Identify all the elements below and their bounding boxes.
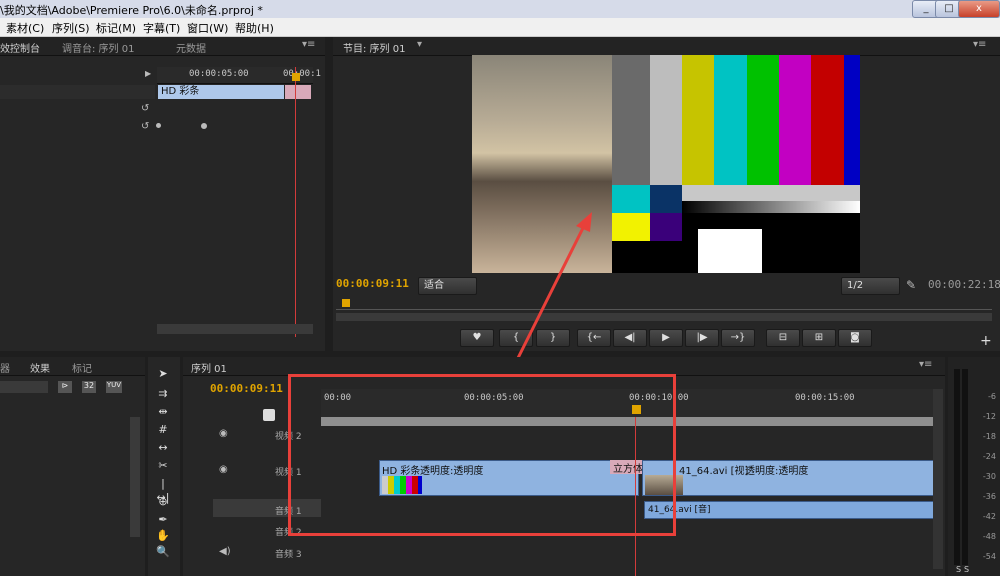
meter-scale-label: -12 [982,412,996,421]
tab-sequence[interactable]: 序列 01 [191,360,227,375]
effects-panel-header: 器 效果 标记 [0,357,145,376]
timeline-vscrollbar[interactable] [933,389,943,569]
meter-left [954,369,960,565]
audio-meter-panel: -6 -12 -18 -24 -30 -36 -42 -48 -54 S S [948,357,1000,576]
zoom-tool-icon[interactable]: 🔍 [156,545,170,559]
eye-icon[interactable]: ◉ [219,428,228,439]
effects-search-input[interactable] [0,381,48,393]
tab-browser[interactable]: 器 [0,360,10,375]
video-clip-label: 41_64.avi [视] [679,466,749,477]
solo-left[interactable]: S [956,565,961,574]
rate-stretch-tool-icon[interactable]: ↔ [156,441,170,455]
meter-scale-label: -36 [982,492,996,501]
meter-scale-label: -6 [988,392,996,401]
tools-panel: ➤ ⇉ ⇹ # ↔ ✂ |↔| ⊕ ✒ ✋ 🔍 [148,357,180,576]
slide-tool-icon[interactable]: ⊕ [156,495,170,509]
snap-icon[interactable] [263,409,275,421]
meter-scale-label: -18 [982,432,996,441]
effects-scrollbar[interactable] [130,417,140,537]
video-clip-effect[interactable]: 透明度:透明度 [745,462,808,477]
ripple-edit-tool-icon[interactable]: ⇹ [156,405,170,419]
timeline-current-time[interactable]: 00:00:09:11 [210,382,283,395]
panel-menu-icon[interactable]: ▾≡ [919,359,932,370]
meter-scale-label: -30 [982,472,996,481]
yuv-icon[interactable]: YUV [106,381,122,393]
32bit-icon[interactable]: 32 [82,381,96,393]
meter-scale-label: -54 [982,552,996,561]
tab-markers[interactable]: 标记 [72,360,92,375]
video-clip[interactable]: 41_64.avi [视] 透明度:透明度 [642,460,942,496]
rolling-edit-tool-icon[interactable]: # [156,423,170,437]
audio-clip[interactable]: 41_64.avi [音] [644,501,942,519]
selection-tool-icon[interactable]: ➤ [156,367,170,381]
meter-scale-label: -42 [982,512,996,521]
razor-tool-icon[interactable]: ✂ [156,459,170,473]
timeline-panel: 序列 01 ▾≡ 00:00:09:11 00:00 00:00:05:00 0… [183,357,945,576]
accelerated-icon[interactable]: ⊳ [58,381,72,393]
effects-panel: 器 效果 标记 ⊳ 32 YUV [0,357,145,576]
meter-scale-label: -24 [982,452,996,461]
meter-scale-label: -48 [982,532,996,541]
tab-effects[interactable]: 效果 [30,360,50,375]
track-label-audio3: 音频 3 [275,550,302,560]
solo-right[interactable]: S [964,565,969,574]
slip-tool-icon[interactable]: |↔| [156,477,170,504]
pen-tool-icon[interactable]: ✒ [156,513,170,527]
hand-tool-icon[interactable]: ✋ [156,529,170,543]
meter-right [962,369,968,565]
eye-icon[interactable]: ◉ [219,464,228,475]
ruler-label: 00:00:15:00 [795,393,855,403]
track-select-tool-icon[interactable]: ⇉ [156,387,170,401]
highlight-box [288,374,676,536]
speaker-icon[interactable]: ◀) [219,546,231,557]
